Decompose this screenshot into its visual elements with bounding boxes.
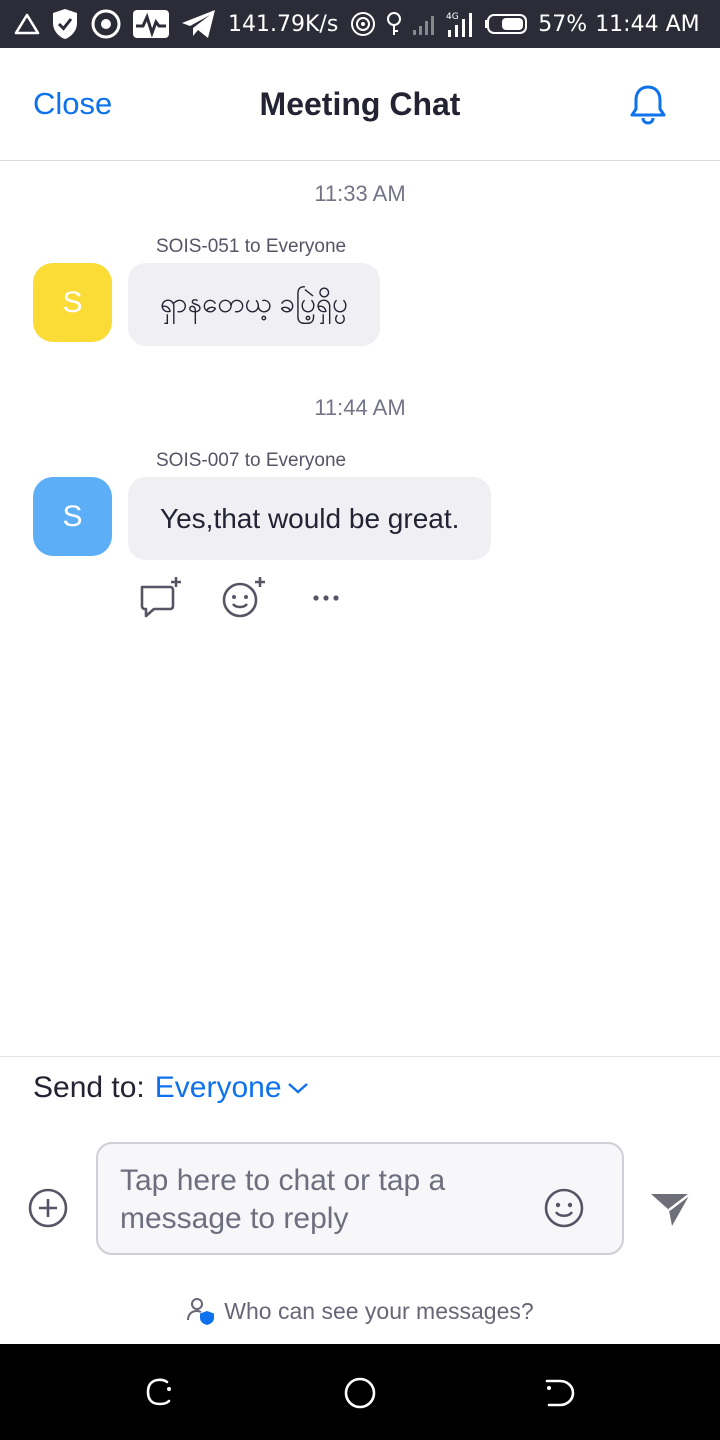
message-bubble[interactable]: Yes,that would be great.	[128, 477, 492, 560]
send-to-value: Everyone	[154, 1071, 282, 1104]
battery-icon	[484, 13, 530, 35]
home-icon[interactable]	[343, 1376, 377, 1410]
hotspot-icon	[350, 11, 376, 37]
add-attachment-icon[interactable]	[26, 1186, 70, 1230]
clock: 11:44 AM	[595, 11, 700, 37]
status-bar: 141.79K/s 4G 57% 11:44 AM	[0, 0, 720, 48]
system-nav-bar	[0, 1344, 720, 1440]
message-bubble[interactable]: ရှာနတေယ့ ခပြဲ့ရှိပ္ပ	[128, 263, 380, 346]
send-icon[interactable]	[648, 1186, 692, 1230]
key-icon	[384, 11, 404, 37]
target-circle-icon	[90, 8, 122, 40]
emoji-icon[interactable]	[542, 1186, 586, 1230]
network-type-label: 4G	[446, 12, 459, 22]
telegram-icon	[180, 8, 218, 40]
privacy-link[interactable]: Who can see your messages?	[0, 1296, 720, 1326]
message-time: 11:44 AM	[314, 395, 406, 420]
signal-4g-icon: 4G	[446, 10, 476, 38]
add-reaction-icon[interactable]	[218, 572, 270, 624]
message-sender: SOIS-051 to Everyone	[156, 236, 347, 257]
signal-weak-icon	[412, 12, 438, 36]
person-shield-icon	[187, 1298, 215, 1325]
send-to-label: Send to:	[33, 1071, 145, 1104]
network-speed: 141.79K/s	[228, 11, 339, 37]
avatar[interactable]: S	[33, 477, 112, 556]
send-to-row: Send to: Everyone	[33, 1071, 310, 1105]
shield-check-icon	[50, 7, 80, 41]
chevron-down-icon	[286, 1080, 310, 1096]
composer-divider	[0, 1056, 720, 1057]
message-actions	[134, 572, 386, 624]
battery-percent: 57%	[538, 11, 588, 37]
message-time: 11:33 AM	[314, 181, 406, 206]
warning-triangle-icon	[14, 12, 40, 36]
page-title: Meeting Chat	[259, 86, 461, 122]
avatar[interactable]: S	[33, 263, 112, 342]
more-options-icon[interactable]	[302, 572, 354, 624]
back-icon[interactable]	[543, 1376, 577, 1410]
send-to-selector[interactable]: Everyone	[155, 1071, 310, 1105]
activity-graph-icon	[132, 8, 170, 40]
privacy-text: Who can see your messages?	[224, 1297, 534, 1324]
bell-icon[interactable]	[626, 82, 670, 126]
message-sender: SOIS-007 to Everyone	[156, 450, 347, 471]
chat-header: Close Meeting Chat	[0, 48, 720, 161]
reply-icon[interactable]	[134, 572, 186, 624]
recent-apps-icon[interactable]	[143, 1376, 177, 1410]
